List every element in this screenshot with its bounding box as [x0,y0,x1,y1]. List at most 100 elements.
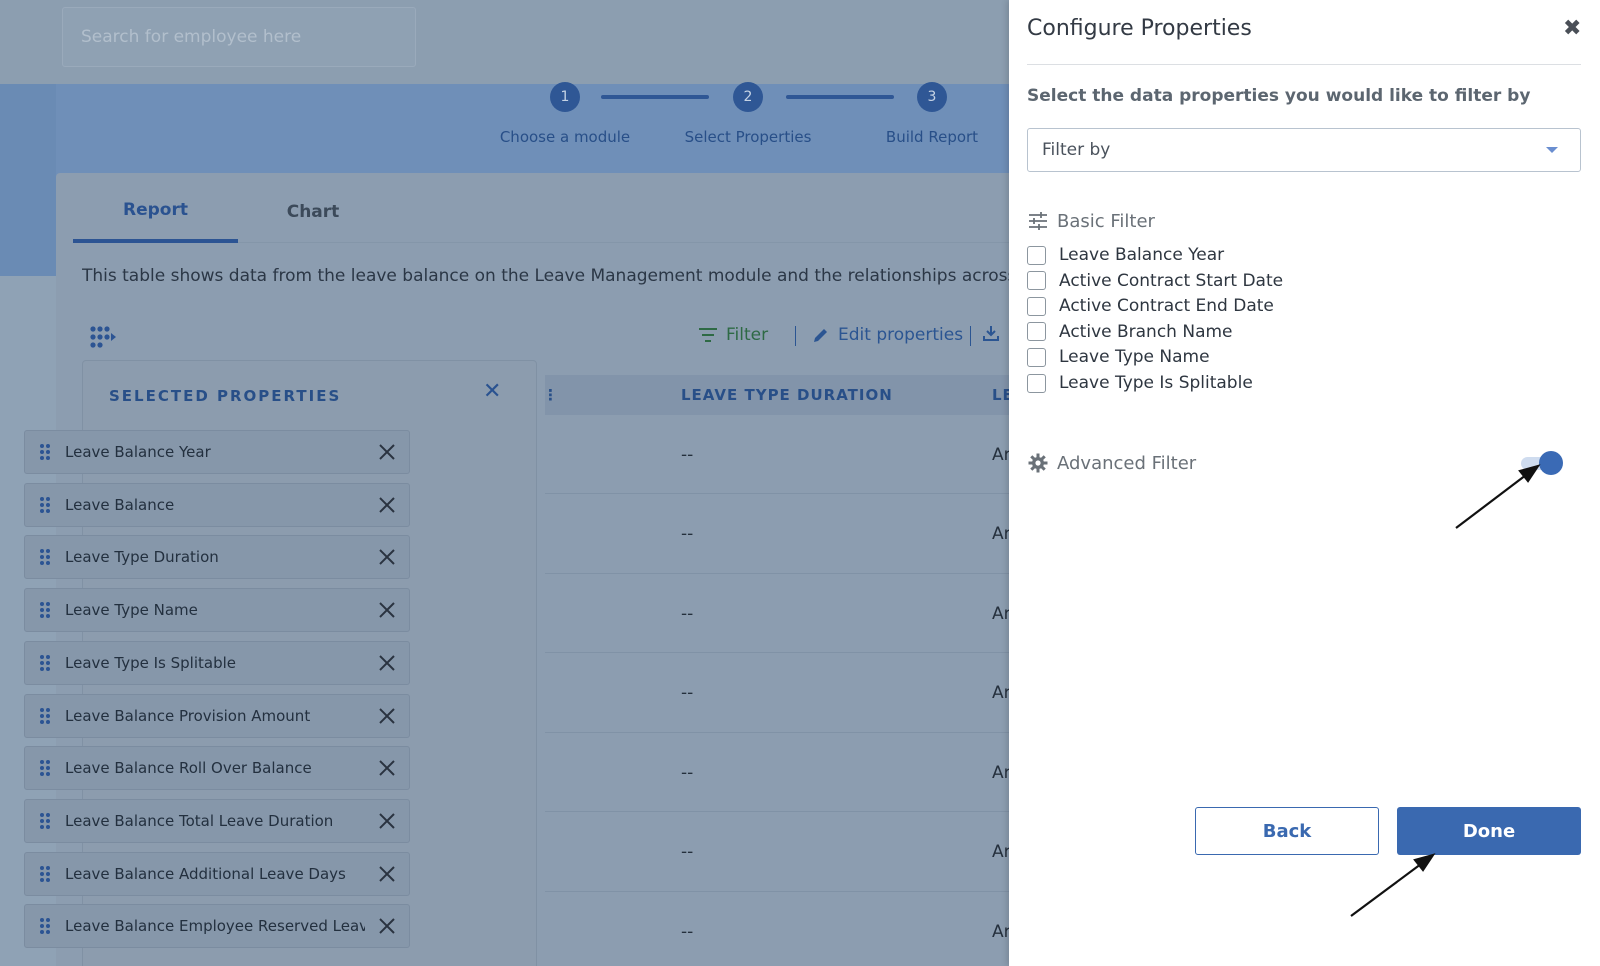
drag-handle-icon[interactable] [25,443,65,461]
selected-property-label: Leave Balance Provision Amount [65,706,311,725]
filter-by-select[interactable]: Filter by [1027,128,1581,172]
drag-handle-icon[interactable] [25,654,65,672]
toolbar-divider [795,326,796,346]
drag-handle-icon[interactable] [25,865,65,883]
remove-property-icon[interactable] [365,813,409,829]
remove-property-icon[interactable] [365,549,409,566]
advanced-filter-toggle[interactable] [1519,451,1563,475]
drag-handle-icon[interactable] [25,548,65,566]
filter-option-label: Active Branch Name [1059,321,1233,342]
table-cell: Ar [992,683,1011,703]
selected-property-label: Leave Type Duration [65,548,219,567]
table-row: -- Ar [545,574,1015,653]
column-header-leave-type-duration[interactable]: LEAVE TYPE DURATION [681,375,893,415]
step-3-dot: 3 [917,82,947,112]
table-cell: -- [681,524,694,544]
tab-report[interactable]: Report [73,180,238,243]
filter-option-checkbox[interactable] [1027,373,1046,393]
drag-handle-icon[interactable] [25,707,65,725]
selected-property-label: Leave Balance Roll Over Balance [65,759,312,778]
remove-property-icon[interactable] [365,760,409,776]
step-1-label: Choose a module [499,128,631,146]
drag-handle-icon[interactable] [25,917,65,935]
column-menu-icon[interactable]: ⋮ [543,375,558,415]
drag-handle-icon[interactable] [25,601,65,619]
download-button[interactable] [982,320,1000,350]
selected-property-label: Leave Balance Year [65,443,211,461]
table-row: -- Ar [545,415,1015,494]
filter-option-label: Leave Balance Year [1059,245,1225,265]
selected-property-label: Leave Type Is Splitable [65,653,236,672]
filter-option-checkbox[interactable] [1027,296,1046,316]
close-icon[interactable]: ✖ [1563,16,1581,41]
filter-option-label: Leave Type Name [1059,347,1210,368]
filter-option-checkbox[interactable] [1027,245,1046,265]
filter-button[interactable]: Filter [698,320,768,350]
selected-property-item[interactable]: Leave Type Name [24,588,410,633]
selected-property-item[interactable]: Leave Balance Total Leave Duration [24,798,410,843]
basic-filter-option[interactable]: Active Contract Start Date [1027,270,1283,292]
filter-button-label: Filter [726,325,769,345]
panel-toggle-grip-icon[interactable] [90,326,118,356]
selected-property-label: Leave Balance Total Leave Duration [65,811,334,830]
advanced-filter-heading: Advanced Filter [1027,450,1196,476]
done-button[interactable]: Done [1397,807,1581,855]
selected-properties-title: SELECTED PROPERTIES [109,387,342,405]
drag-handle-icon[interactable] [25,759,65,777]
employee-search-field[interactable] [62,7,416,67]
table-row: -- Ar [545,813,1015,892]
remove-property-icon[interactable] [365,444,409,460]
selected-property-item[interactable]: Leave Balance Roll Over Balance [24,746,410,791]
selected-property-item[interactable]: Leave Balance Employee Reserved Leave Da… [24,904,410,949]
table-cell: -- [681,842,694,862]
table-cell: -- [681,683,694,703]
filter-option-checkbox[interactable] [1027,322,1046,342]
employee-search-input[interactable] [63,8,415,66]
table-cell: Ar [992,921,1011,942]
step-1-dot: 1 [550,82,580,112]
filter-by-value: Filter by [1042,140,1111,160]
sliders-icon [1027,212,1049,230]
basic-filter-option[interactable]: Active Contract End Date [1027,295,1274,317]
basic-filter-option[interactable]: Active Branch Name [1027,321,1233,343]
drag-handle-icon[interactable] [25,496,65,514]
close-properties-icon[interactable]: ✕ [483,379,501,404]
pencil-icon [812,326,830,344]
remove-property-icon[interactable] [365,602,409,618]
table-header: ⋮ LEAVE TYPE DURATION LE [543,375,1015,415]
selected-property-item[interactable]: Leave Balance [24,482,410,527]
basic-filter-option[interactable]: Leave Type Name [1027,346,1210,368]
drawer-title: Configure Properties [1027,16,1252,41]
basic-filter-option[interactable]: Leave Type Is Splitable [1027,372,1253,394]
drag-handle-icon[interactable] [25,812,65,830]
remove-property-icon[interactable] [365,918,409,935]
chevron-down-icon [1546,147,1558,153]
filter-option-checkbox[interactable] [1027,271,1046,291]
remove-property-icon[interactable] [365,655,409,671]
selected-property-item[interactable]: Leave Balance Year [24,430,410,474]
edit-properties-button[interactable]: Edit properties [812,320,963,350]
remove-property-icon[interactable] [365,707,409,724]
selected-property-item[interactable]: Leave Type Is Splitable [24,640,410,685]
tab-chart[interactable]: Chart [238,180,388,243]
remove-property-icon[interactable] [365,865,409,882]
table-row: -- Ar [545,495,1015,574]
selected-property-item[interactable]: Leave Type Duration [24,535,410,580]
toolbar-divider [970,326,971,346]
filter-option-checkbox[interactable] [1027,347,1046,367]
basic-filter-option[interactable]: Leave Balance Year [1027,244,1224,266]
selected-property-label: Leave Balance Employee Reserved Leave Da… [65,917,365,936]
report-toolbar: Filter Edit properties [690,320,1020,350]
advanced-filter-label: Advanced Filter [1057,452,1197,474]
selected-property-item[interactable]: Leave Balance Additional Leave Days [24,851,410,896]
filter-option-label: Active Contract End Date [1059,296,1274,317]
gear-icon [1027,453,1049,473]
selected-property-item[interactable]: Leave Balance Provision Amount [24,693,410,738]
remove-property-icon[interactable] [365,496,409,513]
step-connector [601,95,709,99]
table-row: -- Ar [545,733,1015,812]
report-stepper: 1 2 3 Choose a module Select Properties … [0,82,1010,152]
table-cell: Ar [992,603,1011,624]
back-button[interactable]: Back [1195,807,1379,855]
step-3-label: Build Report [885,128,979,146]
